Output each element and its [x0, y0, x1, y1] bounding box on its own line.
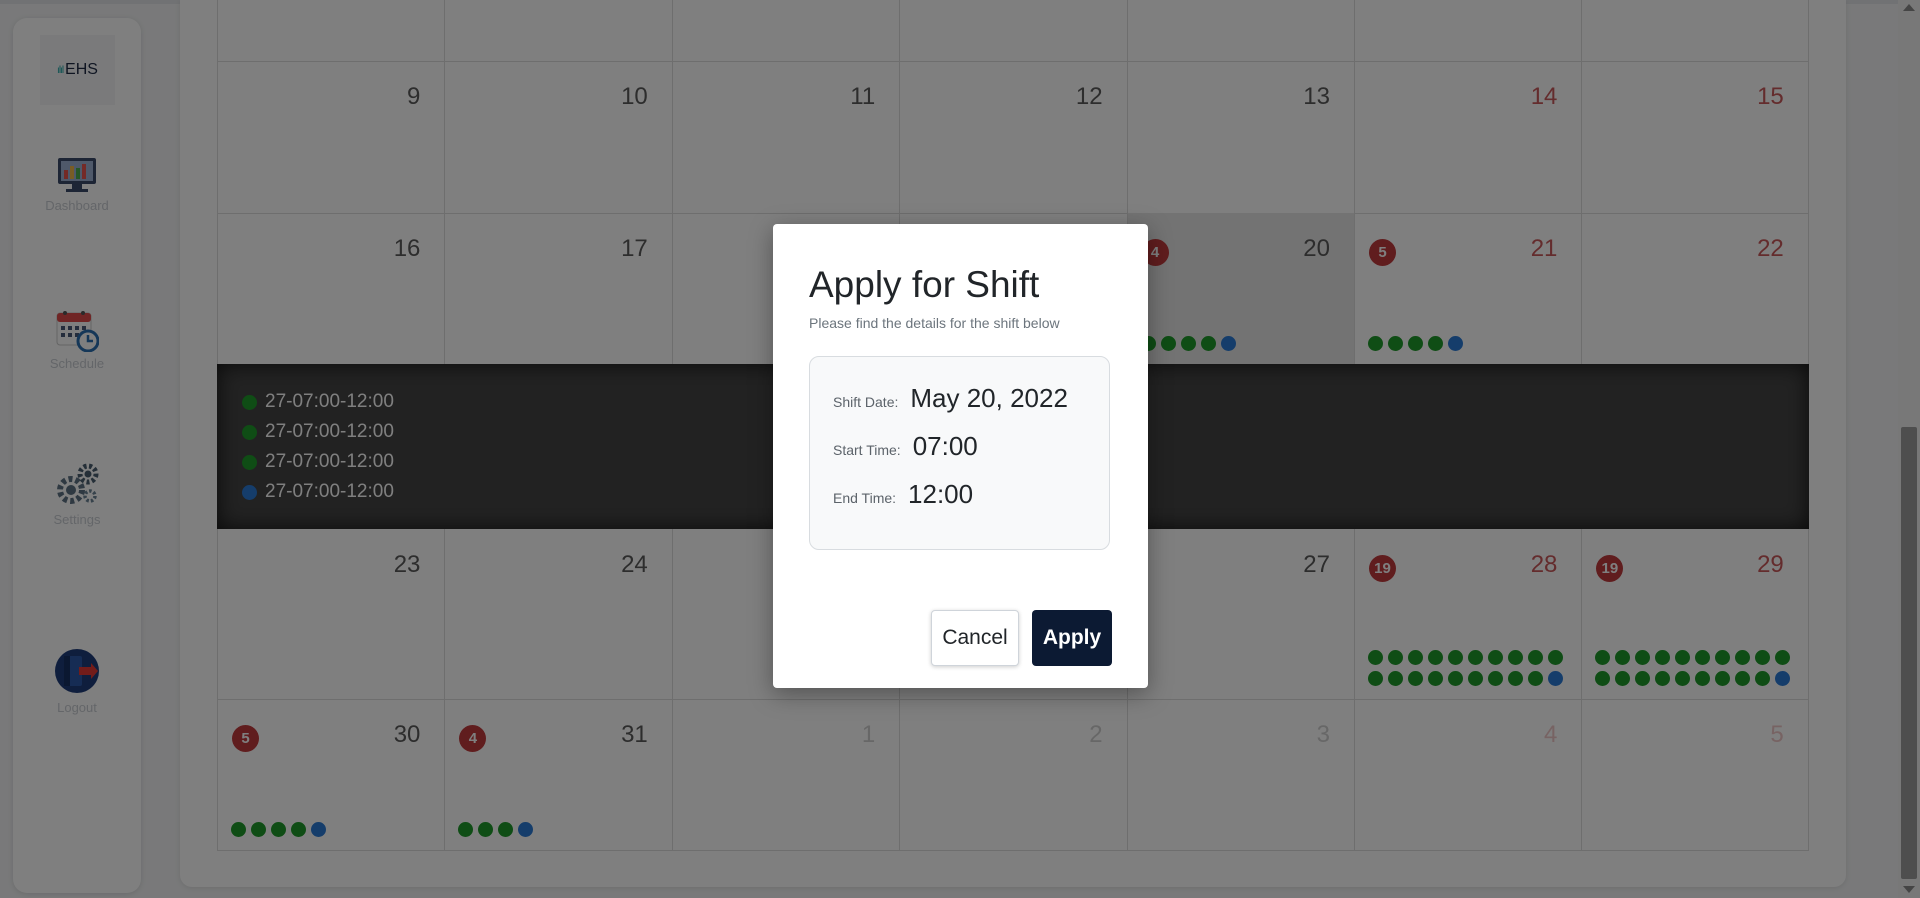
shift-details-box: Shift Date: May 20, 2022 Start Time: 07:…: [809, 356, 1110, 550]
apply-button[interactable]: Apply: [1032, 610, 1112, 666]
cancel-button[interactable]: Cancel: [931, 610, 1019, 666]
end-time-row: End Time: 12:00: [833, 479, 973, 510]
start-time-row: Start Time: 07:00: [833, 431, 978, 462]
end-time-label: End Time:: [833, 490, 897, 506]
end-time-value: 12:00: [908, 479, 974, 509]
modal-title: Apply for Shift: [809, 264, 1040, 305]
start-time-value: 07:00: [912, 431, 978, 461]
shift-date-value: May 20, 2022: [910, 383, 1068, 413]
shift-date-label: Shift Date:: [833, 394, 899, 410]
apply-shift-modal: Apply for Shift Please find the details …: [773, 224, 1148, 688]
start-time-label: Start Time:: [833, 442, 901, 458]
shift-date-row: Shift Date: May 20, 2022: [833, 383, 1068, 414]
modal-subtitle: Please find the details for the shift be…: [809, 315, 1060, 331]
